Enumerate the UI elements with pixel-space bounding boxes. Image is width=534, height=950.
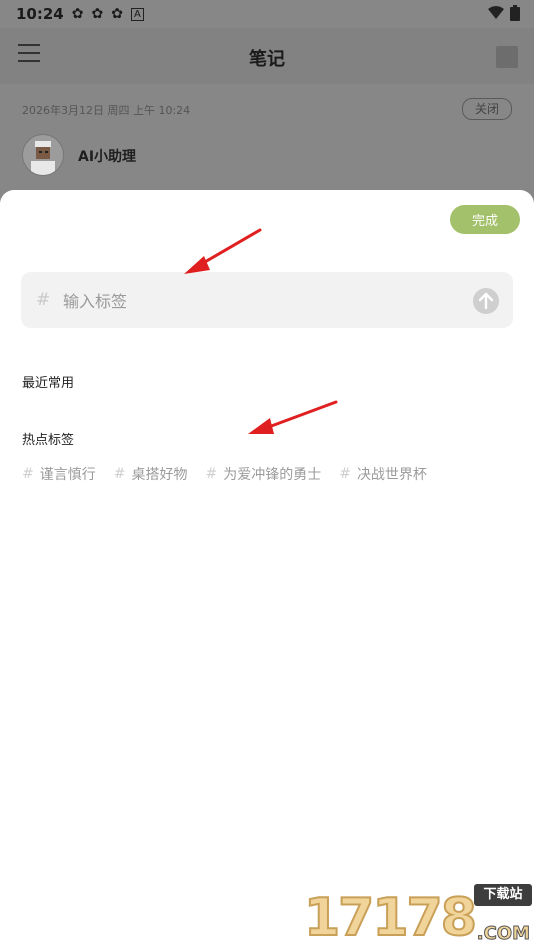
hot-tag-label: 桌搭好物 (131, 467, 188, 483)
annotation-arrow-icon (248, 400, 338, 434)
hash-icon: # (22, 466, 34, 482)
hot-tag-label: 决战世界杯 (356, 467, 427, 483)
sync-icon: ✿ (111, 6, 123, 22)
annotation-arrow-icon (184, 228, 262, 274)
assistant-avatar-icon (31, 141, 55, 175)
status-bar: 10:24 ✿ ✿ ✿ A (0, 0, 534, 28)
hash-icon: # (113, 466, 126, 482)
tag-input[interactable] (61, 286, 445, 316)
recent-tags-title: 最近常用 (22, 376, 75, 391)
hot-tags-list: # 谨言慎行 # 桌搭好物 # 为爱冲锋的勇士 # 决战世界杯 (22, 464, 427, 484)
sync-icon: ✿ (91, 6, 104, 22)
hot-tag-item[interactable]: # 谨言慎行 (22, 464, 96, 484)
hot-tag-label: 谨言慎行 (39, 467, 96, 483)
tag-input-box[interactable]: # (21, 272, 513, 328)
a-icon: A (130, 7, 144, 21)
watermark-badge: 下载站 (474, 884, 532, 906)
sync-icon: ✿ (71, 6, 84, 22)
assistant-name: AI小助理 (78, 149, 137, 165)
done-button[interactable]: 完成 (450, 205, 520, 234)
tag-sheet: 完成 # 最近常用 热点标签 # 谨言慎行 # 桌搭好物 # 为爱冲锋的勇士 #… (0, 190, 534, 950)
watermark-logo: 17178 下载站 .COM (303, 880, 534, 950)
hash-icon: # (36, 290, 51, 310)
avatar (22, 134, 64, 176)
app-bar: 笔记 (0, 28, 534, 84)
wifi-icon (488, 6, 504, 19)
hot-tag-label: 为爱冲锋的勇士 (223, 467, 322, 483)
hot-tag-item[interactable]: # 桌搭好物 (114, 464, 188, 484)
square-icon[interactable] (496, 46, 518, 68)
note-timestamp: 2026年3月12日 周四 上午 10:24 (22, 104, 191, 117)
status-time: 10:24 (16, 5, 64, 23)
watermark-suffix: .COM (476, 923, 530, 945)
battery-icon (510, 5, 520, 21)
submit-button[interactable] (473, 288, 499, 314)
watermark-number: 17178 (303, 887, 478, 949)
hash-icon: # (339, 466, 351, 482)
hash-icon: # (205, 466, 218, 482)
close-button[interactable]: 关闭 (462, 98, 512, 120)
arrow-up-icon (478, 292, 494, 310)
page-title: 笔记 (249, 49, 285, 70)
hot-tag-item[interactable]: # 决战世界杯 (339, 464, 427, 484)
hot-tag-item[interactable]: # 为爱冲锋的勇士 (205, 464, 321, 484)
hot-tags-title: 热点标签 (22, 433, 75, 448)
